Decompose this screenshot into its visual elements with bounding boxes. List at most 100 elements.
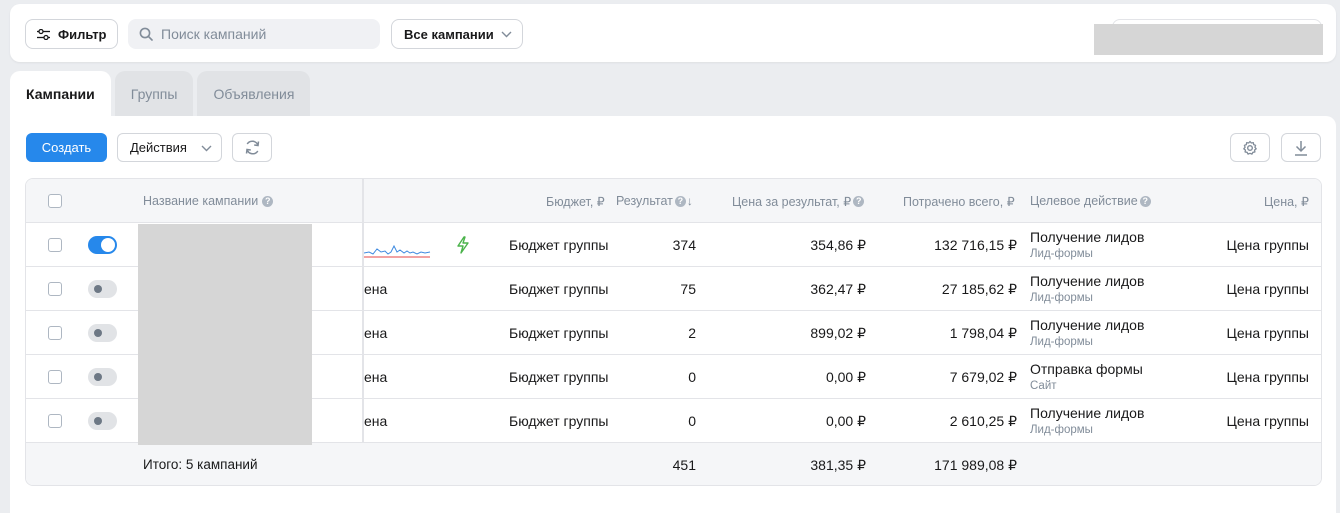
target-action-sub: Лид-формы: [1030, 336, 1093, 348]
target-action: Получение лидов: [1030, 273, 1145, 289]
entity-tabs: Кампании Группы Объявления: [10, 71, 314, 117]
lightning-icon: [457, 236, 469, 254]
spent-cell: 132 716,15 ₽: [934, 237, 1017, 253]
name-tail: ена: [364, 413, 388, 429]
totals-label: Итого: 5 кампаний: [143, 457, 258, 472]
name-tail: ена: [364, 281, 388, 297]
chevron-down-icon: [201, 145, 212, 152]
result-cell: 2: [688, 325, 696, 341]
top-filter-bar: Фильтр Все кампании: [10, 4, 1336, 62]
col-name[interactable]: Название кампании ?: [143, 194, 274, 208]
col-cost-per-result[interactable]: Цена за результат, ₽ ?: [732, 194, 865, 209]
tab-groups[interactable]: Группы: [114, 71, 194, 117]
select-all-checkbox[interactable]: [48, 194, 62, 208]
campaign-status-toggle[interactable]: [88, 280, 117, 298]
target-action: Отправка формы: [1030, 361, 1143, 377]
target-action: Получение лидов: [1030, 229, 1145, 245]
campaign-status-toggle[interactable]: [88, 324, 117, 342]
budget-cell: Бюджет группы: [509, 281, 609, 297]
toggle-knob: [101, 238, 115, 252]
toggle-knob: [94, 417, 102, 425]
cost-cell: 362,47 ₽: [810, 281, 866, 297]
spent-cell: 2 610,25 ₽: [949, 413, 1017, 429]
name-tail: ена: [364, 325, 388, 341]
budget-cell: Бюджет группы: [509, 369, 609, 385]
search-input[interactable]: [161, 26, 361, 42]
col-target[interactable]: Целевое действие ?: [1030, 194, 1151, 208]
row-checkbox[interactable]: [48, 370, 62, 384]
col-result[interactable]: Результат ? ↓: [616, 194, 693, 208]
row-checkbox[interactable]: [48, 282, 62, 296]
chevron-down-icon: [501, 31, 512, 38]
campaigns-table: Название кампании ? Бюджет, ₽ Результат …: [25, 178, 1322, 486]
redacted-block: [1094, 24, 1323, 55]
target-action: Получение лидов: [1030, 405, 1145, 421]
campaign-search[interactable]: [128, 19, 380, 49]
create-button[interactable]: Создать: [26, 133, 107, 162]
download-button[interactable]: [1281, 133, 1321, 162]
col-name-label: Название кампании: [143, 194, 259, 208]
cost-cell: 354,86 ₽: [810, 237, 866, 253]
price-cell: Цена группы: [1226, 413, 1309, 429]
sort-down-icon: ↓: [686, 194, 693, 208]
campaign-status-toggle[interactable]: [88, 368, 117, 386]
row-checkbox[interactable]: [48, 238, 62, 252]
col-spent[interactable]: Потрачено всего, ₽: [903, 194, 1015, 209]
help-icon[interactable]: ?: [1139, 195, 1151, 207]
row-checkbox[interactable]: [48, 326, 62, 340]
redacted-campaign-names: [138, 224, 312, 445]
price-cell: Цена группы: [1226, 237, 1309, 253]
totals-result: 451: [672, 457, 696, 473]
spent-cell: 27 185,62 ₽: [941, 281, 1017, 297]
tab-ads[interactable]: Объявления: [197, 71, 311, 117]
budget-cell: Бюджет группы: [509, 325, 609, 341]
result-cell: 75: [680, 281, 696, 297]
col-target-label: Целевое действие: [1030, 194, 1138, 208]
campaigns-panel: Создать Действия Название кампании ? Бюд…: [10, 116, 1336, 513]
help-icon[interactable]: ?: [853, 196, 865, 207]
actions-dropdown-label: Действия: [130, 140, 187, 155]
campaigns-filter-select[interactable]: Все кампании: [391, 19, 523, 49]
toggle-knob: [94, 329, 102, 337]
spent-cell: 1 798,04 ₽: [949, 325, 1017, 341]
search-icon: [139, 27, 153, 41]
budget-cell: Бюджет группы: [509, 237, 609, 253]
sparkline-chart: [364, 244, 431, 258]
help-icon[interactable]: ?: [262, 195, 274, 207]
campaigns-filter-value: Все кампании: [404, 26, 494, 42]
actions-dropdown[interactable]: Действия: [117, 133, 222, 162]
totals-cost: 381,35 ₽: [810, 457, 866, 473]
cost-cell: 0,00 ₽: [825, 369, 866, 385]
result-cell: 0: [688, 413, 696, 429]
col-cost-label: Цена за результат, ₽: [732, 195, 852, 209]
refresh-icon: [245, 140, 259, 155]
row-checkbox[interactable]: [48, 414, 62, 428]
price-cell: Цена группы: [1226, 281, 1309, 297]
toggle-knob: [94, 285, 102, 293]
tab-campaigns[interactable]: Кампании: [10, 71, 111, 117]
col-budget[interactable]: Бюджет, ₽: [546, 194, 605, 209]
target-action-sub: Сайт: [1030, 380, 1057, 392]
toggle-knob: [94, 373, 102, 381]
budget-cell: Бюджет группы: [509, 413, 609, 429]
cost-cell: 899,02 ₽: [810, 325, 866, 341]
col-price[interactable]: Цена, ₽: [1264, 194, 1309, 209]
filter-sliders-icon: [37, 28, 50, 40]
campaign-status-toggle[interactable]: [88, 236, 117, 254]
refresh-button[interactable]: [232, 133, 272, 162]
target-action-sub: Лид-формы: [1030, 248, 1093, 260]
result-cell: 0: [688, 369, 696, 385]
spent-cell: 7 679,02 ₽: [949, 369, 1017, 385]
table-settings-button[interactable]: [1230, 133, 1270, 162]
filter-button[interactable]: Фильтр: [25, 19, 118, 49]
filter-button-label: Фильтр: [58, 26, 107, 42]
price-cell: Цена группы: [1226, 325, 1309, 341]
campaign-status-toggle[interactable]: [88, 412, 117, 430]
target-action-sub: Лид-формы: [1030, 292, 1093, 304]
price-cell: Цена группы: [1226, 369, 1309, 385]
table-totals-row: Итого: 5 кампаний 451 381,35 ₽ 171 989,0…: [26, 443, 1321, 485]
result-cell: 374: [672, 237, 696, 253]
totals-spent: 171 989,08 ₽: [934, 457, 1017, 473]
help-icon[interactable]: ?: [674, 195, 686, 207]
sticky-column-divider: [362, 179, 364, 443]
